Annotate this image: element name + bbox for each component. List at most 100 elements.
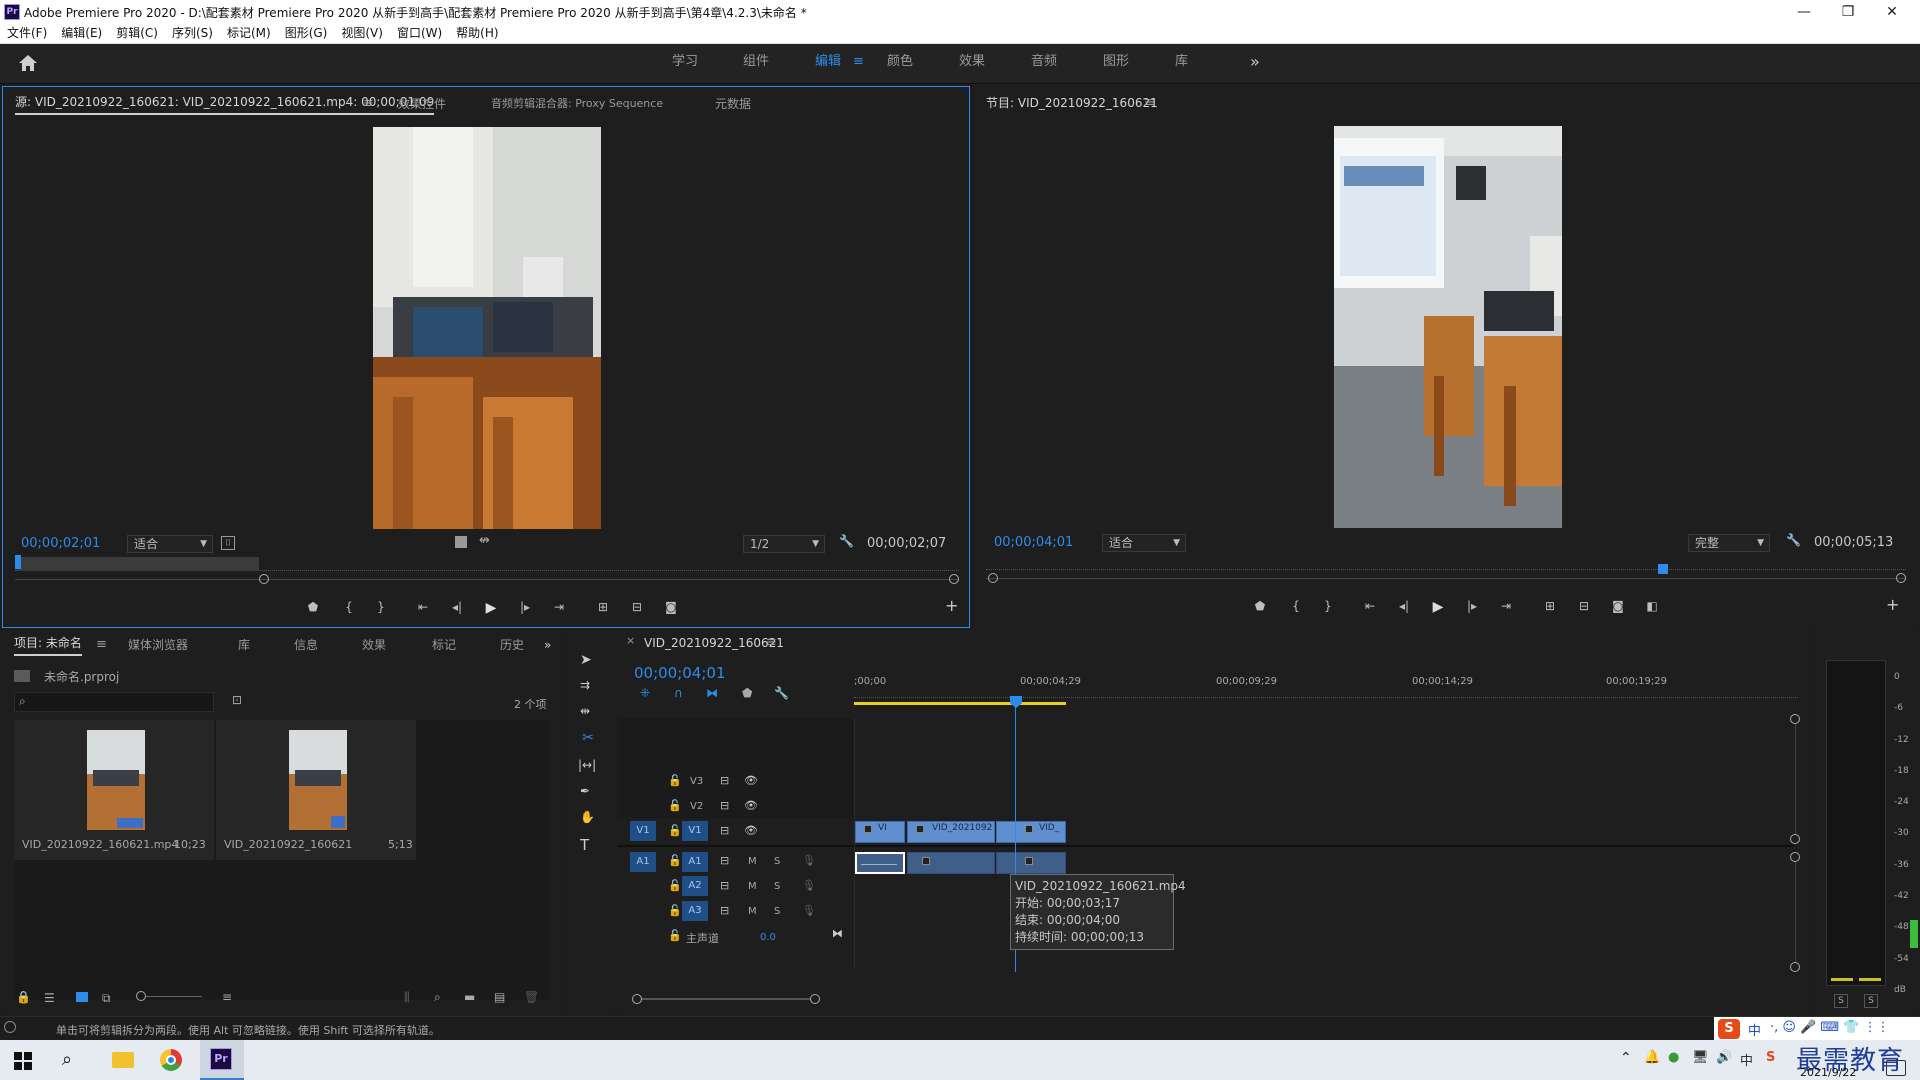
- pen-tool-icon[interactable]: ✒: [580, 784, 590, 798]
- menu-edit[interactable]: 编辑(E): [54, 24, 109, 43]
- more-workspaces-icon[interactable]: »: [1250, 44, 1260, 84]
- program-fit-select[interactable]: 适合 ▼: [1102, 534, 1186, 552]
- track-label-a1[interactable]: A1: [682, 852, 708, 872]
- hand-tool-icon[interactable]: ✋: [580, 810, 595, 824]
- work-area-bar[interactable]: [854, 702, 1066, 705]
- search-icon[interactable]: ⌕: [62, 1049, 72, 1070]
- source-patch-a1[interactable]: A1: [630, 852, 656, 872]
- source-timecode[interactable]: 00;00;02;01: [21, 536, 100, 551]
- mute-button[interactable]: M: [748, 906, 757, 917]
- lock-icon[interactable]: 🔓: [668, 879, 682, 892]
- sync-lock-icon[interactable]: ⊟: [720, 854, 729, 867]
- solo-right-button[interactable]: S: [1864, 994, 1878, 1008]
- freeform-view-icon[interactable]: ⧉: [102, 991, 111, 1006]
- panel-menu-icon[interactable]: ≡: [96, 632, 107, 658]
- eye-icon[interactable]: 👁: [744, 799, 758, 812]
- tab-timeline-sequence[interactable]: VID_20210922_160621: [644, 630, 784, 656]
- lock-icon[interactable]: 🔓: [668, 799, 682, 812]
- menu-clip[interactable]: 剪辑(C): [109, 24, 165, 43]
- notification-bell-icon[interactable]: 🔔: [1644, 1050, 1660, 1065]
- solo-left-button[interactable]: S: [1834, 994, 1848, 1008]
- overwrite-icon[interactable]: ⊟: [627, 600, 647, 614]
- tab-project[interactable]: 项目: 未命名: [14, 632, 82, 656]
- lock-icon[interactable]: 🔒: [16, 990, 31, 1004]
- workspace-editing[interactable]: 编辑: [815, 44, 841, 84]
- timeline-clip-v1-b[interactable]: VID_2021092: [907, 821, 995, 843]
- export-frame-icon[interactable]: ◙: [661, 600, 681, 614]
- solo-button[interactable]: S: [774, 856, 780, 867]
- chevron-up-icon[interactable]: ⌃: [1620, 1050, 1632, 1066]
- timeline-zoom-handle-left[interactable]: [632, 994, 642, 1004]
- tab-info[interactable]: 信息: [294, 632, 318, 658]
- lock-icon[interactable]: 🔓: [668, 774, 682, 787]
- wrench-icon[interactable]: 🔧: [1786, 533, 1801, 547]
- tab-audio-clip-mixer[interactable]: 音频剪辑混合器: Proxy Sequence: [491, 91, 663, 117]
- program-timecode[interactable]: 00;00;04;01: [994, 535, 1073, 550]
- mark-out-icon[interactable]: }: [1318, 599, 1338, 613]
- button-editor-plus-icon[interactable]: +: [1886, 595, 1899, 614]
- go-to-out-icon[interactable]: ⇥: [1496, 599, 1516, 613]
- source-video-frame[interactable]: [373, 127, 601, 529]
- play-icon[interactable]: ▶: [1428, 599, 1448, 615]
- workspace-color[interactable]: 颜色: [887, 44, 913, 84]
- tab-markers[interactable]: 标记: [432, 632, 456, 658]
- safe-margins-icon[interactable]: ⌷: [221, 536, 235, 550]
- maximize-button[interactable]: ❐: [1828, 2, 1868, 22]
- add-marker-icon[interactable]: ⬟: [303, 600, 323, 614]
- network-icon[interactable]: 🖥: [1692, 1050, 1709, 1065]
- solo-button[interactable]: S: [774, 906, 780, 917]
- tab-program[interactable]: 节目: VID_20210922_160621: [986, 90, 1158, 116]
- step-back-icon[interactable]: ◂|: [447, 600, 467, 614]
- close-button[interactable]: ✕: [1872, 2, 1912, 22]
- button-editor-plus-icon[interactable]: +: [945, 596, 958, 615]
- project-item-sequence[interactable]: VID_20210922_160621 5;13: [216, 720, 416, 860]
- export-frame-icon[interactable]: ◙: [1608, 599, 1628, 613]
- new-bin-icon[interactable]: ▬: [464, 990, 475, 1004]
- workspace-audio[interactable]: 音频: [1031, 44, 1057, 84]
- program-video-frame[interactable]: [1334, 126, 1562, 528]
- mark-in-icon[interactable]: {: [339, 600, 359, 614]
- sort-icons-icon[interactable]: ≡: [222, 990, 232, 1004]
- workspace-assembly[interactable]: 组件: [743, 44, 769, 84]
- tab-effects[interactable]: 效果: [362, 632, 386, 658]
- taskbar-premiere-button[interactable]: Pr: [200, 1040, 244, 1080]
- insert-icon[interactable]: ⊞: [593, 600, 613, 614]
- slip-tool-icon[interactable]: |↔|: [578, 758, 596, 772]
- program-zoom-handle-left[interactable]: [988, 573, 998, 583]
- home-icon[interactable]: [18, 54, 38, 75]
- go-to-in-icon[interactable]: ⇤: [1360, 599, 1380, 613]
- audio-scroll-handle-bottom[interactable]: [1790, 962, 1800, 972]
- action-center-icon[interactable]: [1886, 1060, 1906, 1076]
- sync-lock-icon[interactable]: ⊟: [720, 774, 729, 787]
- timeline-clip-v1-a[interactable]: VI: [855, 821, 905, 843]
- sync-lock-icon[interactable]: ⊟: [720, 799, 729, 812]
- ime-mode[interactable]: 中: [1748, 1020, 1761, 1039]
- track-label-a2[interactable]: A2: [682, 876, 708, 896]
- icon-view-icon[interactable]: [76, 992, 88, 1002]
- lock-icon[interactable]: 🔓: [668, 824, 682, 837]
- input-indicator-icon[interactable]: 中: [1740, 1050, 1753, 1069]
- wechat-icon[interactable]: ●: [1668, 1050, 1679, 1065]
- more-panels-icon[interactable]: »: [544, 632, 551, 658]
- zoom-slider-track[interactable]: [146, 996, 202, 997]
- eye-icon[interactable]: 👁: [744, 774, 758, 787]
- project-item-clip[interactable]: VID_20210922_160621.mp4 10;23: [14, 720, 214, 860]
- eye-icon[interactable]: 👁: [744, 824, 758, 837]
- microphone-icon[interactable]: 🎙: [802, 879, 816, 892]
- sogou-tray-icon[interactable]: S: [1766, 1050, 1775, 1065]
- tab-history[interactable]: 历史: [500, 632, 524, 658]
- timeline-audio-clip-a1-c[interactable]: [996, 852, 1066, 874]
- audio-scroll-handle-top[interactable]: [1790, 852, 1800, 862]
- snap-icon[interactable]: ∩: [674, 686, 683, 700]
- step-forward-icon[interactable]: |▸: [515, 600, 535, 614]
- source-zoom-handle-left[interactable]: [259, 574, 269, 584]
- wrench-icon[interactable]: 🔧: [839, 534, 854, 548]
- program-quality-select[interactable]: 完整 ▼: [1688, 534, 1770, 552]
- sync-lock-icon[interactable]: ⊟: [720, 824, 729, 837]
- new-item-icon[interactable]: ▤: [494, 990, 505, 1004]
- file-explorer-icon[interactable]: [112, 1052, 134, 1068]
- comparison-view-icon[interactable]: ◧: [1642, 599, 1662, 613]
- video-scroll-handle-top[interactable]: [1790, 714, 1800, 724]
- program-zoom-handle-right[interactable]: [1896, 573, 1906, 583]
- lock-icon[interactable]: 🔓: [668, 904, 682, 917]
